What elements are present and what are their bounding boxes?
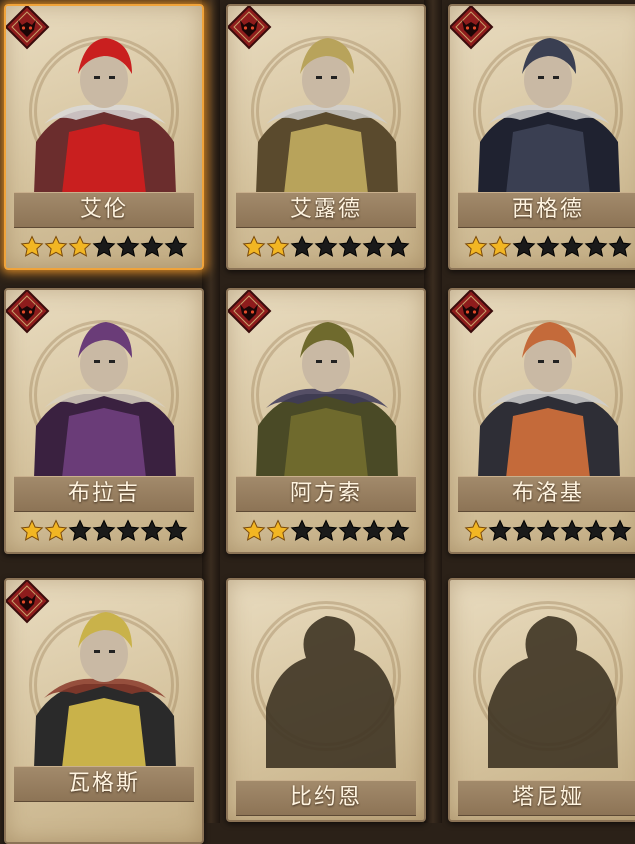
demon-emblem-icon (450, 290, 494, 334)
star-filled-icon (464, 519, 488, 541)
demon-emblem-icon (6, 580, 50, 624)
star-filled-icon (266, 235, 290, 257)
star-empty-icon (362, 519, 386, 541)
hero-name: 布洛基 (458, 476, 635, 512)
star-filled-icon (44, 519, 68, 541)
star-empty-icon (386, 235, 410, 257)
star-empty-icon (290, 519, 314, 541)
star-empty-icon (164, 235, 188, 257)
star-empty-icon (560, 519, 584, 541)
star-rating (20, 518, 188, 544)
demon-emblem-icon (6, 6, 50, 50)
star-empty-icon (608, 235, 632, 257)
locked-hero-silhouette (488, 616, 618, 768)
star-filled-icon (44, 235, 68, 257)
star-empty-icon (338, 235, 362, 257)
star-empty-icon (386, 519, 410, 541)
background-divider (424, 0, 442, 823)
star-filled-icon (266, 519, 290, 541)
background-divider (202, 0, 220, 823)
hero-name: 布拉吉 (14, 476, 194, 512)
star-empty-icon (362, 235, 386, 257)
star-empty-icon (68, 519, 92, 541)
star-empty-icon (290, 235, 314, 257)
star-rating (242, 234, 410, 260)
star-empty-icon (164, 519, 188, 541)
hero-name: 艾伦 (14, 192, 194, 228)
star-filled-icon (242, 235, 266, 257)
hero-card[interactable]: 西格德 (448, 4, 635, 270)
star-empty-icon (512, 519, 536, 541)
star-empty-icon (92, 235, 116, 257)
star-empty-icon (560, 235, 584, 257)
star-empty-icon (608, 519, 632, 541)
star-empty-icon (584, 235, 608, 257)
demon-emblem-icon (450, 6, 494, 50)
star-rating (464, 518, 632, 544)
star-empty-icon (584, 519, 608, 541)
hero-name: 艾露德 (236, 192, 416, 228)
star-empty-icon (140, 235, 164, 257)
demon-emblem-icon (6, 290, 50, 334)
star-filled-icon (488, 235, 512, 257)
hero-name: 瓦格斯 (14, 766, 194, 802)
hero-card[interactable]: 艾伦 (4, 4, 204, 270)
star-empty-icon (512, 235, 536, 257)
hero-name: 西格德 (458, 192, 635, 228)
hero-name: 塔尼娅 (458, 780, 635, 816)
star-filled-icon (20, 519, 44, 541)
hero-name: 比约恩 (236, 780, 416, 816)
star-empty-icon (92, 519, 116, 541)
star-empty-icon (536, 235, 560, 257)
star-empty-icon (314, 235, 338, 257)
hero-card[interactable]: 比约恩 (226, 578, 426, 822)
star-filled-icon (242, 519, 266, 541)
star-rating (20, 234, 188, 260)
star-empty-icon (116, 519, 140, 541)
hero-card[interactable]: 瓦格斯 (4, 578, 204, 844)
demon-emblem-icon (228, 6, 272, 50)
hero-card[interactable]: 艾露德 (226, 4, 426, 270)
hero-card[interactable]: 布洛基 (448, 288, 635, 554)
portrait-frame (236, 588, 416, 768)
star-empty-icon (116, 235, 140, 257)
hero-card[interactable]: 塔尼娅 (448, 578, 635, 822)
star-rating (242, 518, 410, 544)
star-filled-icon (464, 235, 488, 257)
star-rating (464, 234, 632, 260)
star-empty-icon (140, 519, 164, 541)
star-filled-icon (20, 235, 44, 257)
hero-card[interactable]: 布拉吉 (4, 288, 204, 554)
star-empty-icon (488, 519, 512, 541)
star-empty-icon (536, 519, 560, 541)
star-empty-icon (314, 519, 338, 541)
demon-emblem-icon (228, 290, 272, 334)
star-filled-icon (68, 235, 92, 257)
hero-name: 阿方索 (236, 476, 416, 512)
portrait-frame (458, 588, 635, 768)
hero-card[interactable]: 阿方索 (226, 288, 426, 554)
locked-hero-silhouette (266, 616, 396, 768)
star-empty-icon (338, 519, 362, 541)
